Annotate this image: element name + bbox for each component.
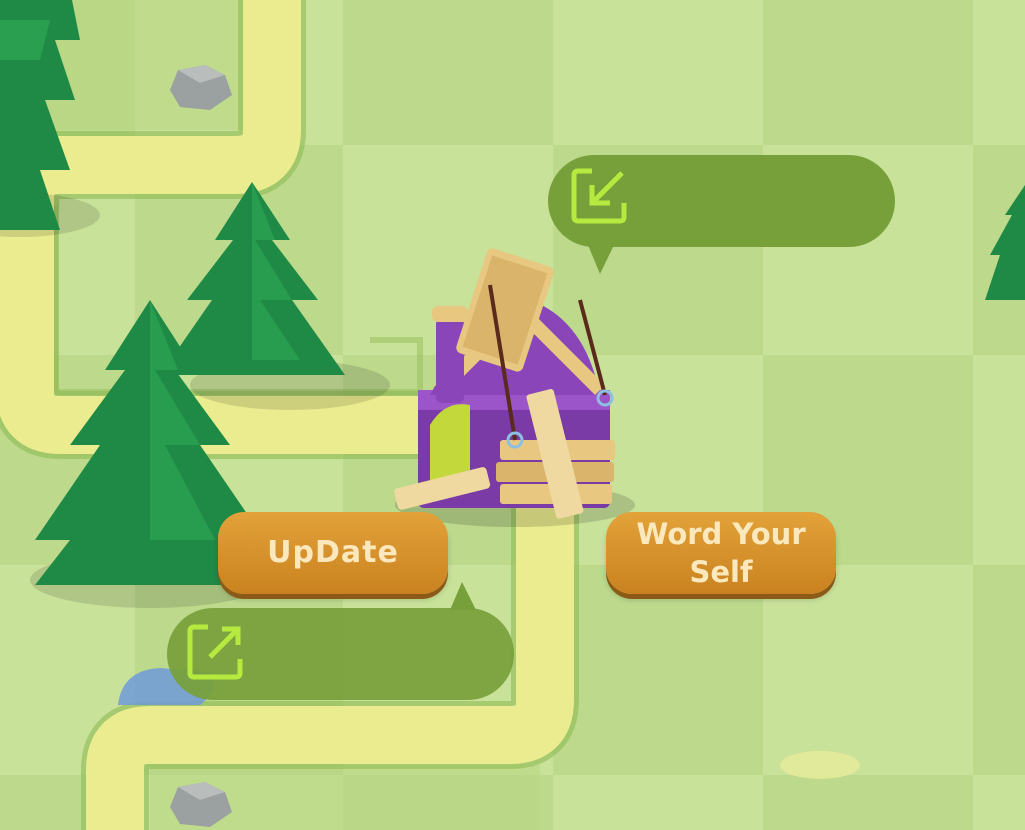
word-your-self-button-label: Word Your Self: [636, 517, 806, 589]
word-your-self-button[interactable]: Word Your Self: [606, 512, 836, 594]
update-button-label: UpDate: [267, 535, 399, 570]
light-patch: [780, 751, 860, 779]
game-map: [0, 0, 1025, 830]
update-button[interactable]: UpDate: [218, 512, 448, 594]
